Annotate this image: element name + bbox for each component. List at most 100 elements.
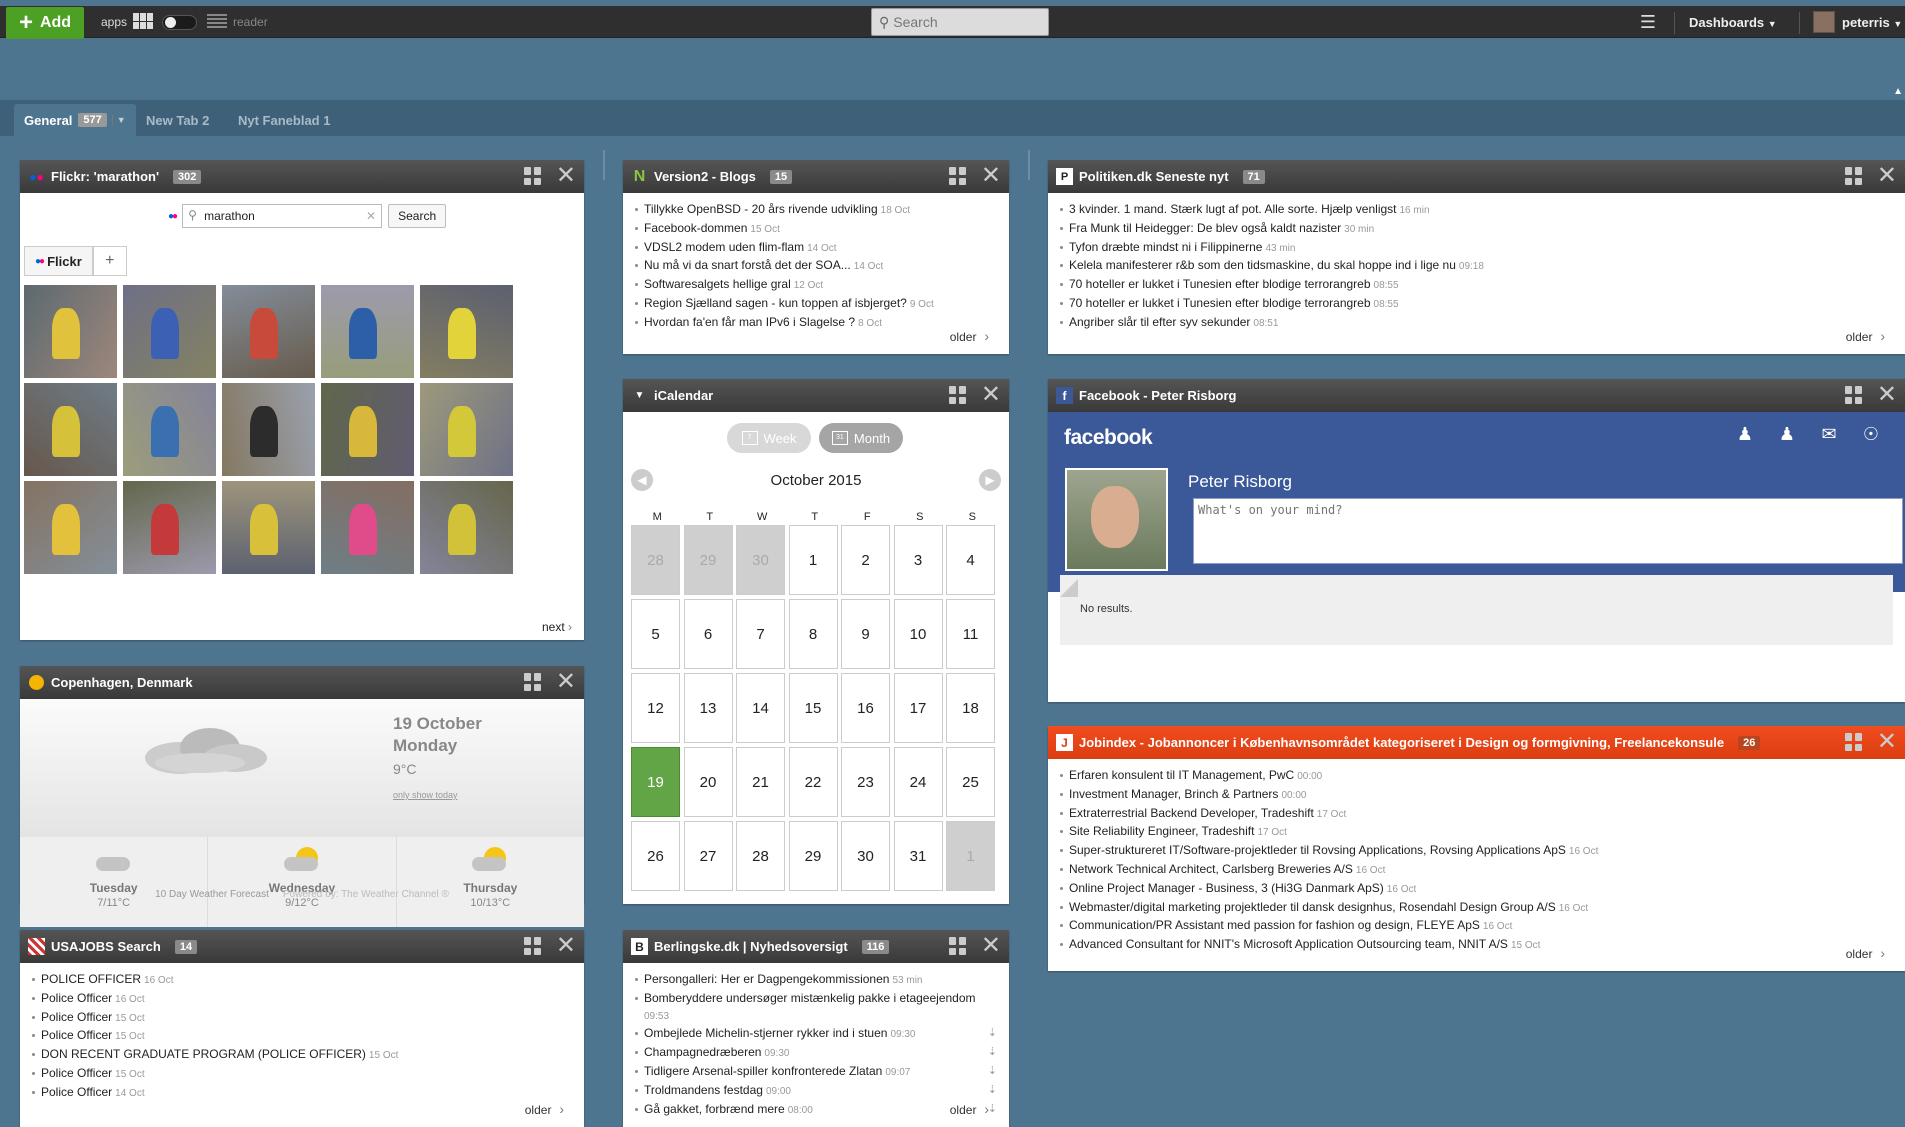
list-item[interactable]: Persongalleri: Her er Dagpengekommission… xyxy=(635,971,997,990)
next-month-icon[interactable]: ▶ xyxy=(979,469,1001,491)
widget-header[interactable]: N Version2 - Blogs 15 ✕ xyxy=(623,160,1009,193)
close-icon[interactable]: ✕ xyxy=(981,164,1001,188)
flickr-photo[interactable] xyxy=(420,383,513,476)
apps-grid-icon[interactable] xyxy=(133,13,155,29)
flickr-photo[interactable] xyxy=(222,481,315,574)
scroll-up-icon[interactable]: ▲ xyxy=(1893,86,1903,97)
tab-month[interactable]: 31 Month xyxy=(819,423,903,453)
list-item[interactable]: Facebook-dommen 15 Oct xyxy=(635,220,997,239)
apps-label[interactable]: apps xyxy=(101,15,127,29)
list-item[interactable]: Softwaresalgets hellige gral 12 Oct xyxy=(635,276,997,295)
search-box[interactable]: ⚲ xyxy=(871,8,1049,36)
close-icon[interactable]: ✕ xyxy=(1877,164,1897,188)
list-item[interactable]: Advanced Consultant for NNIT's Microsoft… xyxy=(1060,936,1893,955)
add-tab-button[interactable]: + xyxy=(92,246,127,276)
status-input[interactable] xyxy=(1193,498,1903,564)
tab-nyt-faneblad-1[interactable]: Nyt Faneblad 1 xyxy=(228,104,340,136)
list-item[interactable]: Hvordan fa'en får man IPv6 i Slagelse ? 8… xyxy=(635,314,997,333)
download-icon[interactable]: ⇣ xyxy=(988,1063,997,1080)
widget-menu-icon[interactable] xyxy=(948,167,967,185)
apps-reader-toggle[interactable] xyxy=(162,15,197,30)
widget-header[interactable]: P Politiken.dk Seneste nyt 71 ✕ xyxy=(1048,160,1905,193)
profile-name[interactable]: Peter Risborg xyxy=(1188,472,1292,492)
widget-header[interactable]: f Facebook - Peter Risborg ✕ xyxy=(1048,379,1905,412)
list-item[interactable]: Bomberyddere undersøger mistænkelig pakk… xyxy=(635,990,997,1026)
flickr-photo[interactable] xyxy=(123,383,216,476)
flickr-photo[interactable] xyxy=(321,383,414,476)
collapse-triangle-icon[interactable]: ▼ xyxy=(631,387,648,404)
add-button[interactable]: + Add xyxy=(6,7,84,39)
list-item[interactable]: Champagnedræberen 09:30 ⇣ xyxy=(635,1044,997,1063)
flickr-photo[interactable] xyxy=(222,383,315,476)
download-icon[interactable]: ⇣ xyxy=(988,1101,997,1118)
column-divider[interactable] xyxy=(603,150,605,180)
calendar-day[interactable]: 8 xyxy=(788,599,838,669)
list-item[interactable]: POLICE OFFICER 16 Oct xyxy=(32,971,572,990)
reader-list-icon[interactable] xyxy=(207,14,227,28)
tab-caret-icon[interactable]: ▼ xyxy=(111,115,126,125)
older-link[interactable]: older xyxy=(1846,945,1885,961)
reader-label[interactable]: reader xyxy=(233,15,268,29)
widget-header[interactable]: ● ● Flickr: 'marathon' 302 ✕ xyxy=(20,160,584,193)
calendar-day[interactable]: 1 xyxy=(946,821,995,891)
calendar-day[interactable]: 31 xyxy=(893,821,943,891)
friends-icon[interactable]: ♟ xyxy=(1777,424,1797,445)
calendar-day[interactable]: 29 xyxy=(683,525,733,595)
calendar-day[interactable]: 10 xyxy=(893,599,943,669)
tab-flickr[interactable]: ●● Flickr xyxy=(24,246,93,276)
widget-header[interactable]: Copenhagen, Denmark ✕ xyxy=(20,666,584,699)
list-item[interactable]: Communication/PR Assistant med passion f… xyxy=(1060,917,1893,936)
tab-general[interactable]: General 577 ▼ xyxy=(14,104,136,136)
list-item[interactable]: Angriber slår til efter syv sekunder 08:5… xyxy=(1060,314,1893,333)
calendar-day[interactable]: 4 xyxy=(946,525,995,595)
only-show-today-link[interactable]: only show today xyxy=(393,790,458,800)
calendar-day[interactable]: 15 xyxy=(788,673,838,743)
close-icon[interactable]: ✕ xyxy=(1877,383,1897,407)
list-item[interactable]: Police Officer 15 Oct xyxy=(32,1027,572,1046)
list-item[interactable]: Police Officer 15 Oct xyxy=(32,1009,572,1028)
close-icon[interactable]: ✕ xyxy=(556,164,576,188)
older-link[interactable]: older xyxy=(950,1101,989,1117)
widget-menu-icon[interactable] xyxy=(1844,386,1863,404)
calendar-day[interactable]: 13 xyxy=(683,673,733,743)
calendar-day[interactable]: 26 xyxy=(631,821,680,891)
calendar-day-today[interactable]: 19 xyxy=(631,747,680,817)
search-input[interactable] xyxy=(893,14,1014,30)
list-item[interactable]: Police Officer 16 Oct xyxy=(32,990,572,1009)
calendar-day[interactable]: 14 xyxy=(736,673,785,743)
flickr-photo[interactable] xyxy=(24,383,117,476)
download-icon[interactable]: ⇣ xyxy=(988,1025,997,1042)
calendar-day[interactable]: 24 xyxy=(893,747,943,817)
tab-new-tab-2[interactable]: New Tab 2 xyxy=(136,104,219,136)
close-icon[interactable]: ✕ xyxy=(981,383,1001,407)
calendar-day[interactable]: 3 xyxy=(893,525,943,595)
close-icon[interactable]: ✕ xyxy=(556,934,576,958)
list-item[interactable]: Kelela manifesterer r&b som den tidsmask… xyxy=(1060,257,1893,276)
calendar-day[interactable]: 6 xyxy=(683,599,733,669)
widget-menu-icon[interactable] xyxy=(1844,167,1863,185)
flickr-photo[interactable] xyxy=(24,481,117,574)
user-avatar[interactable] xyxy=(1813,11,1835,33)
calendar-day[interactable]: 28 xyxy=(736,821,785,891)
list-item[interactable]: Site Reliability Engineer, Tradeshift 17 … xyxy=(1060,823,1893,842)
prev-month-icon[interactable]: ◀ xyxy=(631,469,653,491)
globe-icon[interactable]: ☉ xyxy=(1861,424,1881,445)
flickr-photo[interactable] xyxy=(420,481,513,574)
calendar-day[interactable]: 12 xyxy=(631,673,680,743)
calendar-day[interactable]: 25 xyxy=(946,747,995,817)
list-item[interactable]: Fra Munk til Heidegger: De blev også kal… xyxy=(1060,220,1893,239)
list-item[interactable]: 70 hoteller er lukket i Tunesien efter b… xyxy=(1060,276,1893,295)
list-item[interactable]: Super-strukturerеt IT/Software-projektle… xyxy=(1060,842,1893,861)
flickr-photo[interactable] xyxy=(321,481,414,574)
messages-icon[interactable]: ✉ xyxy=(1819,424,1839,445)
friend-requests-icon[interactable]: ♟ xyxy=(1735,424,1755,445)
older-link[interactable]: older xyxy=(1846,328,1885,344)
forecast-link[interactable]: 10 Day Weather Forecast xyxy=(155,889,269,900)
widget-menu-icon[interactable] xyxy=(523,937,542,955)
older-link[interactable]: older xyxy=(525,1101,564,1117)
download-icon[interactable]: ⇣ xyxy=(988,1082,997,1099)
list-item[interactable]: Webmaster/digital marketing projektleder… xyxy=(1060,899,1893,918)
calendar-day[interactable]: 5 xyxy=(631,599,680,669)
close-icon[interactable]: ✕ xyxy=(981,934,1001,958)
calendar-day[interactable]: 30 xyxy=(841,821,890,891)
